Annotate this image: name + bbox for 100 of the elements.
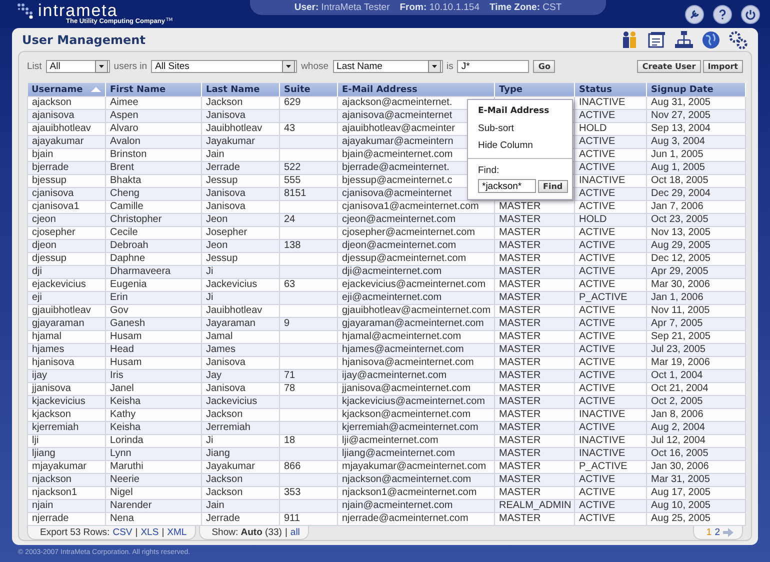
export-link[interactable]: CSV	[112, 527, 132, 538]
table-cell: Narender	[110, 500, 152, 511]
table-cell: Nigel	[110, 487, 133, 498]
wrench-icon[interactable]	[685, 4, 704, 24]
table-cell: cjeon	[32, 214, 56, 225]
table-cell: Jerrade	[206, 513, 240, 524]
table-cell: INACTIVE	[579, 448, 626, 459]
column-header[interactable]: Username	[28, 83, 106, 96]
table-cell: Jerrade	[206, 162, 240, 173]
table-cell: INACTIVE	[579, 435, 626, 446]
table-cell: ACTIVE	[579, 149, 616, 160]
query-field[interactable]: J*	[457, 60, 530, 72]
action-button[interactable]: Import	[702, 60, 743, 72]
document-icon[interactable]	[647, 30, 667, 50]
help-icon[interactable]	[713, 4, 732, 24]
table-cell: Aug 3, 2004	[651, 136, 705, 147]
table-cell: Jerremiah	[206, 422, 250, 433]
table-cell: Jay	[206, 370, 222, 381]
table-cell: djessup	[32, 253, 66, 264]
table-cell: cjosepher	[32, 227, 76, 238]
table-cell: Jauibhotleav	[206, 305, 262, 316]
table-cell: INACTIVE	[579, 175, 626, 186]
network-icon[interactable]	[674, 30, 694, 50]
table-cell: Dec 12, 2005	[651, 253, 710, 264]
table-cell: ljiang@acmeinternet.com	[342, 448, 455, 459]
filter-label: whose	[301, 60, 329, 72]
table-cell: P_ACTIVE	[579, 292, 628, 303]
table-cell: ACTIVE	[579, 396, 616, 407]
table-cell: MASTER	[499, 214, 541, 225]
table-cell: ACTIVE	[579, 357, 616, 368]
column-header[interactable]: Suite	[280, 83, 338, 96]
table-cell: MASTER	[499, 331, 541, 342]
table-cell: INACTIVE	[579, 97, 626, 108]
column-header[interactable]: First Name	[106, 83, 202, 96]
list-dropdown[interactable]: All	[46, 60, 110, 72]
column-header[interactable]: E-Mail Address	[338, 83, 494, 96]
table-cell: Jul 23, 2005	[651, 344, 706, 355]
page-link[interactable]: 2	[714, 527, 720, 538]
table-cell: 71	[284, 370, 296, 381]
table-cell: cjosepher@acmeinternet.com	[342, 227, 475, 238]
table-cell: ejackevicius	[32, 279, 86, 290]
go-button[interactable]: Go	[533, 60, 556, 72]
table-cell: ACTIVE	[579, 227, 616, 238]
table-cell: Husam	[110, 357, 142, 368]
power-icon[interactable]	[741, 4, 760, 24]
table-cell: Erin	[110, 292, 128, 303]
table-cell: bjessup	[32, 175, 66, 186]
column-header[interactable]: Signup Date	[646, 83, 746, 96]
session-info: User: IntraMeta Tester	[294, 2, 390, 13]
table-cell: lji	[32, 435, 39, 446]
table-cell: 63	[284, 279, 296, 290]
table-cell: hjanisova@acmeinternet.com	[342, 357, 474, 368]
table-cell: MASTER	[499, 266, 541, 277]
table-cell: 629	[284, 97, 301, 108]
column-header[interactable]: Type	[494, 83, 574, 96]
gears-icon[interactable]	[728, 30, 748, 50]
table-cell: gjayaraman@acmeinternet.com	[342, 318, 484, 329]
find-field[interactable]: *jackson*	[478, 179, 536, 193]
menu-item[interactable]: Hide Column	[468, 137, 572, 154]
table-cell: MASTER	[499, 357, 541, 368]
globe-icon[interactable]	[701, 30, 721, 50]
table-cell: Brinston	[110, 149, 147, 160]
export-link[interactable]: XLS	[140, 527, 159, 538]
column-header[interactable]: Status	[574, 83, 646, 96]
table-cell: ejackevicius@acmeinternet.com	[342, 279, 486, 290]
show-all-link[interactable]: all	[290, 527, 300, 538]
table-cell: djessup@acmeinternet.com	[342, 253, 466, 264]
table-cell: ijay@acmeinternet.com	[342, 370, 447, 381]
table-cell: dji@acmeinternet.com	[342, 266, 442, 277]
table-cell: njackson1@acmeinternet.com	[342, 487, 477, 498]
table-cell: Jan 7, 2006	[651, 201, 704, 212]
table-cell: 78	[284, 383, 296, 394]
table-cell: Mar 31, 2005	[651, 474, 710, 485]
table-cell: hjamal@acmeinternet.com	[342, 331, 462, 342]
table-cell: Apr 29, 2005	[651, 266, 708, 277]
table-cell: ACTIVE	[579, 266, 616, 277]
table-cell: njerrade	[32, 513, 69, 524]
table-cell: Jain	[206, 500, 224, 511]
table-cell: 522	[284, 162, 301, 173]
table-cell: njain	[32, 500, 54, 511]
table-cell: ACTIVE	[579, 201, 616, 212]
table-cell: Iris	[110, 370, 124, 381]
table-cell: Janel	[110, 383, 134, 394]
table-cell: Keisha	[110, 396, 141, 407]
menu-item[interactable]: Sub-sort	[468, 120, 572, 137]
export-link[interactable]: XML	[167, 527, 187, 538]
table-cell: Janisova	[206, 383, 246, 394]
field-dropdown[interactable]: Last Name	[332, 60, 443, 72]
table-cell: Cheng	[110, 188, 140, 199]
show-label: Show: Auto (33)	[212, 527, 282, 538]
table-cell: 353	[284, 487, 301, 498]
site-dropdown[interactable]: All Sites	[151, 60, 298, 72]
action-button[interactable]: Create User	[637, 60, 701, 72]
column-header[interactable]: Last Name	[202, 83, 280, 96]
find-button[interactable]: Find	[538, 180, 568, 192]
table-cell: Janisova	[206, 110, 246, 121]
table-cell: Daphne	[110, 253, 146, 264]
table-cell: MASTER	[499, 461, 541, 472]
table-cell: Head	[110, 344, 134, 355]
table-cell: Aug 1, 2005	[651, 162, 705, 173]
